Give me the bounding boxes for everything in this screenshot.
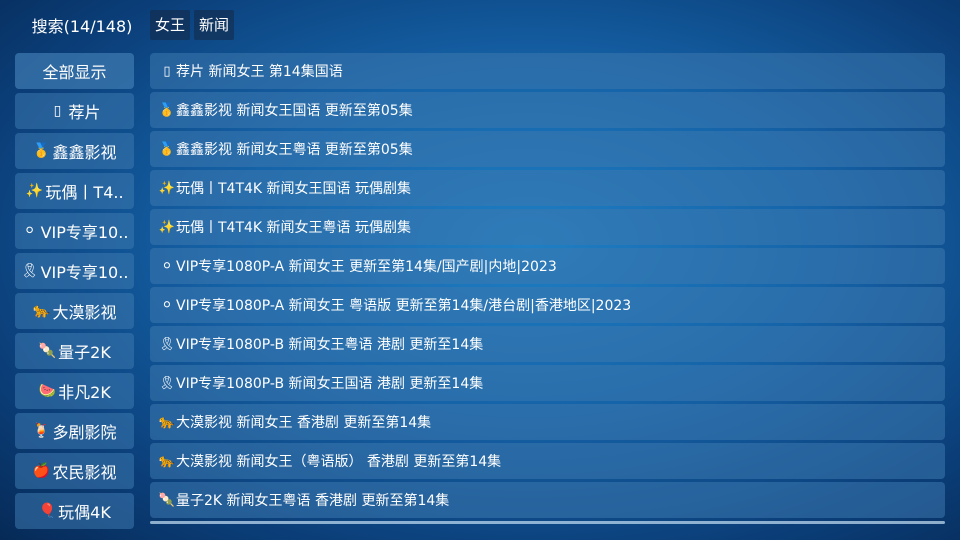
sidebar-item-label: 全部显示 [42, 63, 107, 82]
sidebar-item-source[interactable]: ▯ 荐片 [15, 93, 134, 129]
result-text: 荐片 新闻女王 第14集国语 [176, 64, 343, 80]
result-text: 鑫鑫影视 新闻女王国语 更新至第05集 [176, 103, 413, 119]
dango-icon: 🍡 [38, 343, 56, 359]
sidebar-item-source[interactable]: 🐆 大漠影视 [15, 293, 134, 329]
next-row-edge [150, 521, 945, 524]
dango-icon: 🍡 [158, 492, 176, 508]
sidebar-item-label: 多剧影院 [52, 423, 117, 442]
leopard-icon: 🐆 [158, 453, 176, 469]
sidebar-item-source[interactable]: ⚪ VIP专享10.. [15, 213, 134, 249]
drink-icon: 🍹 [32, 423, 51, 439]
yellow-ribbon-icon: 🎗 [158, 336, 176, 352]
result-text: VIP专享1080P-B 新闻女王粤语 港剧 更新至14集 [176, 337, 484, 353]
sparkles-icon: ✨ [158, 219, 176, 235]
result-text: 大漠影视 新闻女王（粤语版） 香港剧 更新至第14集 [176, 454, 502, 470]
white-orb-icon: ⚪ [161, 297, 173, 313]
missing-glyph-icon: ▯ [163, 63, 171, 79]
sparkles-icon: ✨ [25, 183, 44, 199]
gold-medal-icon: 🥇 [32, 143, 51, 159]
result-row[interactable]: 🎗 VIP专享1080P-B 新闻女王国语 港剧 更新至14集 [150, 365, 945, 401]
missing-glyph-icon: ▯ [53, 103, 62, 119]
apple-icon: 🍎 [32, 463, 51, 479]
result-row[interactable]: ⚪ VIP专享1080P-A 新闻女王 更新至第14集/国产剧|内地|2023 [150, 248, 945, 284]
white-orb-icon: ⚪ [23, 223, 36, 239]
result-row[interactable]: 🥇 鑫鑫影视 新闻女王国语 更新至第05集 [150, 92, 945, 128]
sidebar-item-source[interactable]: 🍉 非凡2K [15, 373, 134, 409]
sidebar-item-source[interactable]: 🍡 量子2K [15, 333, 134, 369]
sidebar-item-source[interactable]: 🍎 农民影视 [15, 453, 134, 489]
result-row[interactable]: 🍡 量子2K 新闻女王粤语 香港剧 更新至第14集 [150, 482, 945, 518]
sidebar-item-label: 玩偶丨T4.. [45, 183, 124, 202]
sidebar-item-source[interactable]: 🎈 玩偶4K [15, 493, 134, 529]
source-sidebar: 全部显示 ▯ 荐片 🥇 鑫鑫影视 ✨ 玩偶丨T4.. ⚪ VIP专享10.. 🎗 VIP专… [15, 53, 134, 533]
result-row[interactable]: 🎗 VIP专享1080P-B 新闻女王粤语 港剧 更新至14集 [150, 326, 945, 362]
sidebar-item-source[interactable]: 🍹 多剧影院 [15, 413, 134, 449]
result-text: VIP专享1080P-A 新闻女王 更新至第14集/国产剧|内地|2023 [176, 259, 557, 275]
sidebar-item-label: 荐片 [68, 103, 101, 122]
sidebar-item-label: 量子2K [58, 343, 111, 362]
balloon-icon: 🎈 [38, 503, 56, 519]
sparkles-icon: ✨ [158, 180, 176, 196]
leopard-icon: 🐆 [32, 303, 51, 319]
result-text: 鑫鑫影视 新闻女王粤语 更新至第05集 [176, 142, 413, 158]
sidebar-item-label: VIP专享10.. [40, 263, 129, 282]
result-text: 玩偶丨T4T4K 新闻女王粤语 玩偶剧集 [176, 220, 411, 236]
result-row[interactable]: ✨ 玩偶丨T4T4K 新闻女王国语 玩偶剧集 [150, 170, 945, 206]
result-row[interactable]: 🥇 鑫鑫影视 新闻女王粤语 更新至第05集 [150, 131, 945, 167]
sidebar-item-label: 大漠影视 [52, 303, 117, 322]
watermelon-icon: 🍉 [38, 383, 56, 399]
sidebar-item-source[interactable]: 🎗 VIP专享10.. [15, 253, 134, 289]
leopard-icon: 🐆 [158, 414, 176, 430]
sidebar-item-label: 农民影视 [52, 463, 117, 482]
keyword-chip[interactable]: 女王 [150, 10, 191, 40]
result-text: 量子2K 新闻女王粤语 香港剧 更新至第14集 [176, 493, 450, 509]
search-results-list: ▯ 荐片 新闻女王 第14集国语 🥇 鑫鑫影视 新闻女王国语 更新至第05集 🥇 鑫鑫… [150, 53, 945, 521]
yellow-ribbon-icon: 🎗 [158, 375, 176, 391]
sidebar-item-source[interactable]: 🥇 鑫鑫影视 [15, 133, 134, 169]
result-text: 玩偶丨T4T4K 新闻女王国语 玩偶剧集 [176, 181, 411, 197]
sidebar-item-show-all[interactable]: 全部显示 [15, 53, 134, 89]
result-row[interactable]: 🐆 大漠影视 新闻女王 香港剧 更新至第14集 [150, 404, 945, 440]
search-keywords: 女王 新闻 [150, 10, 235, 40]
sidebar-item-label: 玩偶4K [58, 503, 111, 522]
result-row[interactable]: ⚪ VIP专享1080P-A 新闻女王 粤语版 更新至第14集/港台剧|香港地区|… [150, 287, 945, 323]
gold-medal-icon: 🥇 [158, 102, 176, 118]
keyword-chip[interactable]: 新闻 [194, 10, 235, 40]
sidebar-item-label: VIP专享10.. [40, 223, 129, 242]
result-text: VIP专享1080P-A 新闻女王 粤语版 更新至第14集/港台剧|香港地区|2… [176, 298, 632, 314]
result-row[interactable]: ▯ 荐片 新闻女王 第14集国语 [150, 53, 945, 89]
yellow-ribbon-icon: 🎗 [20, 263, 39, 279]
gold-medal-icon: 🥇 [158, 141, 176, 157]
sidebar-item-label: 非凡2K [58, 383, 111, 402]
result-row[interactable]: ✨ 玩偶丨T4T4K 新闻女王粤语 玩偶剧集 [150, 209, 945, 245]
result-text: VIP专享1080P-B 新闻女王国语 港剧 更新至14集 [176, 376, 484, 392]
result-text: 大漠影视 新闻女王 香港剧 更新至第14集 [176, 415, 432, 431]
search-results-title: 搜索(14/148) [31, 17, 133, 36]
result-row[interactable]: 🐆 大漠影视 新闻女王（粤语版） 香港剧 更新至第14集 [150, 443, 945, 479]
sidebar-item-source[interactable]: ✨ 玩偶丨T4.. [15, 173, 134, 209]
sidebar-item-label: 鑫鑫影视 [52, 143, 117, 162]
white-orb-icon: ⚪ [161, 258, 173, 274]
